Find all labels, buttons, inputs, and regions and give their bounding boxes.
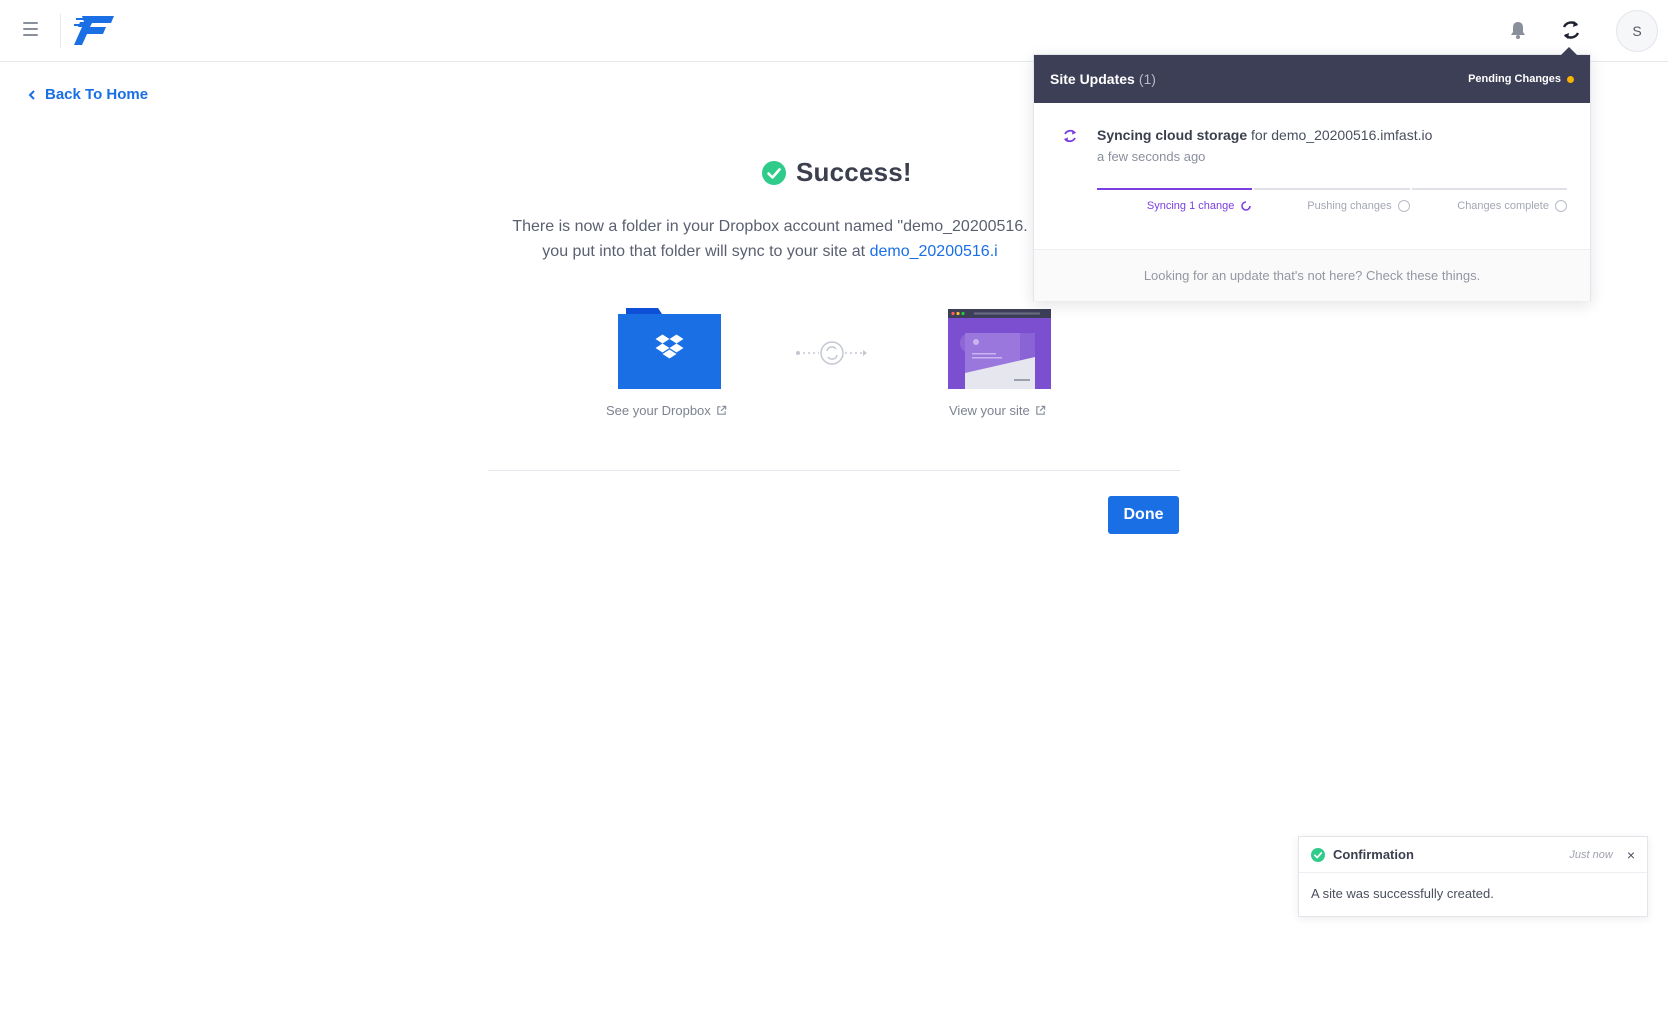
description-line-2: you put into that folder will sync to yo… bbox=[490, 239, 1050, 264]
close-icon[interactable]: × bbox=[1627, 847, 1635, 863]
chevron-left-icon bbox=[28, 89, 35, 100]
pending-changes-status: Pending Changes bbox=[1468, 73, 1574, 85]
view-site-link[interactable]: View your site bbox=[949, 403, 1046, 418]
toast-title: Confirmation bbox=[1333, 847, 1414, 862]
divider bbox=[60, 14, 61, 48]
update-target: for demo_20200516.imfast.io bbox=[1251, 127, 1433, 143]
step-complete-label: Changes complete bbox=[1457, 200, 1549, 212]
step-syncing-label: Syncing 1 change bbox=[1146, 200, 1235, 212]
step-complete: Changes complete bbox=[1411, 188, 1567, 212]
step-label: Pushing changes bbox=[1254, 200, 1410, 212]
description-line-2-text: you put into that folder will sync to yo… bbox=[542, 243, 870, 260]
view-site-label: View your site bbox=[949, 403, 1030, 418]
pending-dot-icon bbox=[1567, 75, 1574, 83]
description-line-1: There is now a folder in your Dropbox ac… bbox=[512, 218, 1028, 235]
site-url-link[interactable]: demo_20200516.i bbox=[870, 243, 998, 260]
toast-message: A site was successfully created. bbox=[1311, 886, 1494, 901]
site-updates-header: Site Updates (1) Pending Changes bbox=[1034, 55, 1590, 103]
avatar[interactable]: S bbox=[1616, 10, 1658, 52]
page-title: Success! bbox=[796, 157, 912, 187]
site-update-item: Syncing cloud storage for demo_20200516.… bbox=[1034, 103, 1590, 249]
check-circle-icon bbox=[1311, 847, 1325, 862]
success-description: There is now a folder in your Dropbox ac… bbox=[490, 214, 1050, 264]
site-preview-illustration[interactable] bbox=[948, 309, 1051, 389]
top-bar: S bbox=[0, 0, 1668, 62]
back-label: Back To Home bbox=[45, 86, 149, 103]
external-link-icon bbox=[717, 405, 727, 415]
step-bar bbox=[1411, 188, 1567, 190]
update-timestamp: a few seconds ago bbox=[1097, 149, 1206, 164]
bell-icon[interactable] bbox=[1506, 18, 1530, 42]
site-updates-title-text: Site Updates bbox=[1050, 71, 1135, 87]
sync-icon[interactable] bbox=[1558, 17, 1584, 43]
step-label: Syncing 1 change bbox=[1097, 200, 1252, 212]
spinner-icon bbox=[1241, 201, 1252, 211]
empty-circle-icon bbox=[1554, 200, 1567, 212]
step-syncing: Syncing 1 change bbox=[1097, 188, 1253, 212]
sync-progress-steps: Syncing 1 change Pushing changes Changes… bbox=[1097, 188, 1567, 212]
success-heading: Success! bbox=[762, 157, 912, 188]
sync-connector-icon bbox=[796, 341, 867, 365]
toast-time: Just now bbox=[1569, 848, 1613, 861]
site-updates-title: Site Updates (1) bbox=[1050, 71, 1156, 87]
site-updates-count: (1) bbox=[1138, 71, 1156, 87]
empty-circle-icon bbox=[1397, 200, 1410, 212]
update-description: Syncing cloud storage for demo_20200516.… bbox=[1097, 127, 1432, 143]
done-button[interactable]: Done bbox=[1108, 496, 1179, 534]
toast-header: Confirmation Just now × bbox=[1299, 837, 1647, 873]
step-bar bbox=[1097, 188, 1253, 190]
updates-help-link[interactable]: Looking for an update that's not here? C… bbox=[1034, 249, 1590, 301]
step-pushing-label: Pushing changes bbox=[1307, 200, 1392, 212]
site-updates-popover: Site Updates (1) Pending Changes Syncing … bbox=[1033, 47, 1591, 301]
confirmation-toast: Confirmation Just now × A site was succe… bbox=[1298, 836, 1648, 917]
pending-changes-label: Pending Changes bbox=[1468, 73, 1561, 85]
check-circle-icon bbox=[762, 160, 786, 185]
dropbox-folder-illustration[interactable] bbox=[618, 308, 721, 389]
step-label: Changes complete bbox=[1412, 200, 1567, 212]
see-dropbox-label: See your Dropbox bbox=[606, 403, 711, 418]
back-to-home-link[interactable]: Back To Home bbox=[27, 86, 148, 103]
external-link-icon bbox=[1035, 405, 1045, 415]
hamburger-icon[interactable] bbox=[18, 17, 42, 41]
update-action: Syncing cloud storage bbox=[1097, 127, 1248, 143]
divider bbox=[488, 470, 1180, 471]
step-pushing: Pushing changes bbox=[1254, 188, 1410, 212]
fast-logo[interactable] bbox=[74, 14, 114, 46]
step-bar bbox=[1254, 188, 1410, 190]
refresh-icon bbox=[1064, 129, 1076, 143]
see-dropbox-link[interactable]: See your Dropbox bbox=[606, 403, 727, 418]
